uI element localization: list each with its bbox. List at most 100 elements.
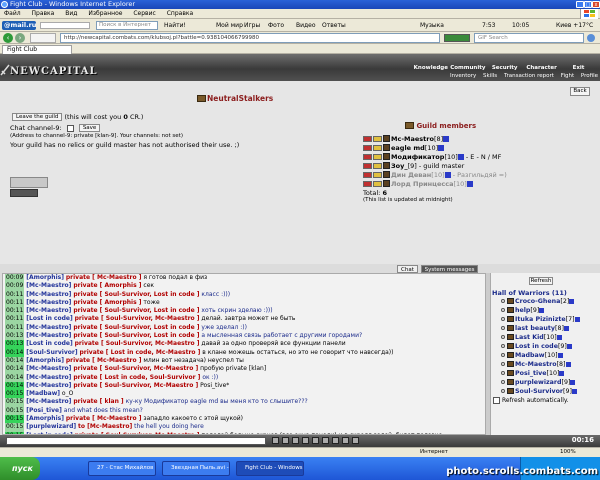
chat-author[interactable]: [Mc-Maestro] (26, 307, 71, 314)
chat-log[interactable]: 00:09 [Amorphis] private [ Mc-Maestro ] я… (2, 273, 486, 435)
member-name[interactable]: Модификатор (391, 153, 444, 161)
online-user-name[interactable]: help (515, 307, 530, 314)
info-icon[interactable] (569, 299, 575, 304)
chat-author[interactable]: [Amorphis] (26, 357, 64, 364)
chat-private-target[interactable]: private [ Soul-Survivor, Mc-Maestro ] (75, 340, 200, 347)
send-icon[interactable] (272, 437, 279, 444)
info-icon[interactable] (556, 335, 562, 340)
chat-author[interactable]: [Mc-Maestro] (26, 291, 71, 298)
submenu-transaction-report[interactable]: Transaction report (504, 73, 554, 79)
search-icon[interactable] (587, 34, 595, 42)
info-icon[interactable] (557, 353, 563, 358)
maximize-icon[interactable]: □ (584, 1, 592, 8)
private-message-icon[interactable] (501, 299, 505, 303)
toolbar-photo[interactable]: Фото (268, 19, 284, 32)
chat-author[interactable]: [Madbaw] (26, 390, 60, 397)
member-name[interactable]: Mc-Maestro (391, 135, 434, 143)
refresh-button[interactable]: Refresh (529, 277, 553, 285)
menu-community[interactable]: Community (450, 65, 485, 71)
online-user-name[interactable]: last beauty (515, 325, 555, 332)
online-user-name[interactable]: purplewizard (515, 379, 562, 386)
task-video[interactable]: Звездная Пыль.avi - Me (162, 461, 230, 476)
game-logo[interactable]: NEWCAPITAL (10, 66, 98, 77)
leave-guild-button[interactable]: Leave the guild (12, 113, 63, 121)
menu-tools[interactable]: Сервис (133, 10, 155, 17)
tab-chat[interactable]: Chat (397, 265, 418, 273)
menu-security[interactable]: Security (487, 65, 522, 71)
chat-message-input[interactable] (6, 437, 266, 445)
refresh-stop-icons[interactable] (444, 34, 470, 42)
private-message-icon[interactable] (501, 335, 505, 339)
menu-exit[interactable]: Exit (561, 65, 596, 71)
chat-private-target[interactable]: private [ Lost in code, Mc-Maestro ] (79, 349, 200, 356)
chat-author[interactable]: [Lost in code] (26, 315, 72, 322)
save-button[interactable]: Save (78, 124, 101, 132)
online-user-name[interactable]: Last Kid (515, 334, 544, 341)
info-icon[interactable] (566, 344, 572, 349)
chat-private-target[interactable]: private [ Mc-Maestro ] (66, 274, 142, 281)
private-message-icon[interactable] (501, 380, 505, 384)
member-name[interactable]: Дин Деван (391, 171, 431, 179)
auto-refresh-checkbox[interactable] (493, 397, 500, 404)
online-user-name[interactable]: Madbaw (515, 352, 545, 359)
chat-private-target[interactable]: private [ Mc-Maestro ] (66, 357, 142, 364)
address-input[interactable]: http://newcapital.combats.com/klubsoj.pl… (60, 33, 440, 43)
chat-private-target[interactable]: private [ Amorphis ] (73, 299, 141, 306)
info-icon[interactable] (559, 371, 565, 376)
scroll-icon[interactable] (322, 437, 329, 444)
online-user-name[interactable]: Mc-Maestro (515, 361, 557, 368)
private-message-icon[interactable] (501, 344, 505, 348)
menu-knowledge[interactable]: Knowledge (413, 65, 448, 71)
info-icon[interactable] (563, 326, 569, 331)
filter-icon[interactable] (302, 437, 309, 444)
chat-channel-checkbox[interactable] (66, 124, 74, 132)
info-icon[interactable] (438, 145, 445, 151)
submenu-profile[interactable]: Profile (581, 73, 598, 79)
menu-favorites[interactable]: Избранное (88, 10, 122, 17)
chat-private-target[interactable]: private [ klan ] (73, 398, 123, 405)
private-message-icon[interactable] (501, 371, 505, 375)
info-icon[interactable] (565, 362, 571, 367)
chat-private-target[interactable]: private [ Soul-Survivor, Lost in code ] (73, 291, 199, 298)
online-user-name[interactable]: Soul-Survivor (515, 388, 563, 395)
mailru-logo[interactable]: @mail.ru (2, 21, 36, 30)
submenu-inventory[interactable]: Inventory (450, 73, 476, 79)
exit-icon[interactable] (352, 437, 359, 444)
toolbar-search-input[interactable]: Поиск в Интернет (96, 21, 158, 30)
browser-tab-fight-club[interactable]: Fight Club (2, 45, 72, 54)
clear-icon[interactable] (282, 437, 289, 444)
task-music[interactable]: 27 - Стас Михайлов - Де (88, 461, 156, 476)
chat-author[interactable]: [Mc-Maestro] (26, 332, 71, 339)
chat-author[interactable]: [Mc-Maestro] (26, 324, 71, 331)
online-user-name[interactable]: Croco-Ghena (515, 298, 560, 305)
chat-author[interactable]: [Amorphis] (26, 415, 64, 422)
info-icon[interactable] (574, 317, 580, 322)
chat-private-target[interactable]: private [ Soul-Survivor, Mc-Maestro ] (75, 315, 200, 322)
chat-private-target[interactable]: private [ Mc-Maestro ] (66, 415, 142, 422)
chat-private-target[interactable]: private [ Soul-Survivor, Lost in code ] (73, 307, 199, 314)
private-message-icon[interactable] (501, 362, 505, 366)
sound-icon[interactable] (332, 437, 339, 444)
minimize-icon[interactable]: _ (576, 1, 584, 8)
tab-system-messages[interactable]: System messages (420, 265, 479, 273)
chat-author[interactable]: [Mc-Maestro] (26, 398, 71, 405)
private-message-icon[interactable] (501, 389, 505, 393)
private-icon[interactable] (312, 437, 319, 444)
toolbar-find-button[interactable]: Найти! (164, 19, 186, 32)
chat-private-target[interactable]: private [ Soul-Survivor, Mc-Maestro ] (73, 365, 198, 372)
task-fight-club[interactable]: Fight Club - Windows Inte (236, 461, 304, 476)
toolbar-video[interactable]: Видео (296, 19, 316, 32)
info-icon[interactable] (466, 181, 473, 187)
chat-author[interactable]: [purplewizard] (26, 423, 76, 430)
toolbar-answers[interactable]: Ответы (322, 19, 346, 32)
toolbar-dropdown[interactable] (40, 22, 90, 29)
chat-author[interactable]: [Mc-Maestro] (26, 365, 71, 372)
chat-author[interactable]: [Mc-Maestro] (26, 282, 71, 289)
member-name[interactable]: eagle md (391, 144, 425, 152)
forward-arrow-icon[interactable]: › (15, 33, 25, 43)
history-dropdown[interactable] (30, 33, 56, 43)
toolbar-my-world[interactable]: Мой мир (216, 19, 243, 32)
chat-author[interactable]: [Amorphis] (26, 274, 64, 281)
info-icon[interactable] (443, 136, 450, 142)
private-message-icon[interactable] (501, 308, 505, 312)
